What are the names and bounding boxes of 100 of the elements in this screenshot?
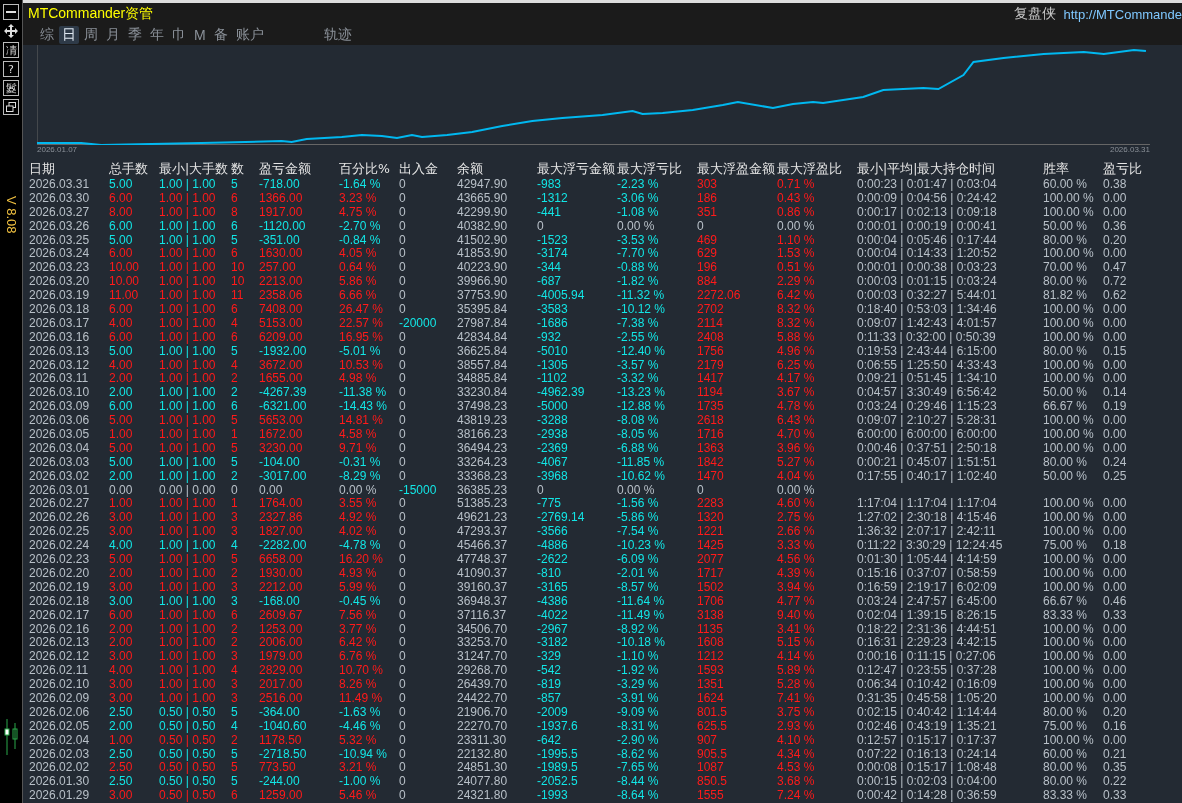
- tab[interactable]: 巾: [169, 26, 189, 44]
- table-cell-text: 100.00 %: [1043, 372, 1095, 387]
- url-link[interactable]: http://MTCommande: [1063, 6, 1182, 22]
- table-cell-text: 2026.03.03: [29, 455, 91, 470]
- toolbar-button[interactable]: ?: [3, 61, 19, 77]
- table-cell-text: -7.54 %: [617, 525, 660, 540]
- table-cell-text: 40382.90: [457, 219, 509, 234]
- tab[interactable]: 月: [103, 26, 123, 44]
- tab[interactable]: M: [191, 27, 209, 43]
- table-cell-text: 14.81 %: [339, 414, 385, 429]
- minimize-button[interactable]: [3, 4, 19, 20]
- table-cell-text: 1.00 | 1.00: [159, 636, 217, 651]
- table-cell-text: 0:16:59 | 2:19:17 | 6:02:09: [857, 580, 998, 595]
- table-cell-text: 0: [399, 650, 407, 665]
- table-cell-text: 100.00 %: [1043, 303, 1095, 317]
- table-cell-text: 1: [231, 497, 239, 512]
- table-cell-text: 2.93 %: [777, 719, 816, 734]
- table-cell-text: 6: [231, 219, 239, 234]
- table-cell-text: 2026.03.05: [29, 428, 91, 442]
- table-cell-text: -11.32 %: [617, 289, 666, 303]
- table-cell-text: 24077.80: [457, 775, 509, 790]
- table-cell-text: 0.46: [1103, 594, 1128, 609]
- table-cell-text: 1320: [697, 511, 725, 526]
- table-cell-text: 6.00: [109, 608, 134, 623]
- table-cell-text: 1.00 | 1.00: [159, 650, 217, 665]
- table-cell-text: 1655.00: [259, 372, 304, 387]
- table-cell-text: 2516.00: [259, 691, 304, 706]
- table-cell-text: 0: [399, 691, 407, 706]
- table-cell-text: 2026.02.16: [29, 622, 91, 637]
- tab[interactable]: 日: [59, 26, 79, 44]
- toolbar-button[interactable]: 凊: [3, 42, 19, 58]
- table-cell-text: 4.17 %: [777, 372, 816, 387]
- table-cell-text: 50.00 %: [1043, 386, 1089, 401]
- table-cell-text: 0: [399, 664, 407, 679]
- table-cell-text: -8.92 %: [617, 622, 660, 637]
- table-cell-text: -2.23 %: [617, 178, 660, 192]
- table-cell-text: 0: [399, 247, 407, 262]
- table-cell-text: -8.57 %: [617, 580, 660, 595]
- table-cell-text: 0:18:22 | 2:31:36 | 4:44:51: [857, 622, 998, 637]
- table-cell-text: 0:02:15 | 0:40:42 | 1:14:44: [857, 705, 998, 720]
- table-cell-text: -1.00 %: [339, 775, 382, 790]
- table-cell-text: 6: [231, 191, 239, 206]
- table-cell-text: 2358.06: [259, 289, 304, 303]
- move-button[interactable]: [3, 23, 19, 39]
- table-cell-text: 2026.03.17: [29, 316, 91, 331]
- table-cell-text: -642: [537, 733, 563, 748]
- table-cell-text: 3: [231, 511, 239, 526]
- table-cell-text: 0.00: [1103, 372, 1128, 387]
- table-cell-text: 0:00:08 | 0:15:17 | 1:08:48: [857, 761, 998, 776]
- minus-icon: [6, 11, 16, 13]
- table-cell-text: -244.00: [259, 775, 301, 790]
- tab[interactable]: 备: [210, 26, 231, 44]
- table-cell-text: 1366.00: [259, 191, 304, 206]
- table-cell-text: 2.50: [109, 761, 134, 776]
- table-cell-text: 3672.00: [259, 358, 304, 373]
- column-header: 最小|大手数: [159, 160, 230, 178]
- tab[interactable]: 年: [147, 26, 167, 44]
- table-cell-text: 2026.02.12: [29, 650, 91, 665]
- window-button[interactable]: [3, 99, 19, 115]
- table-cell-text: 5: [231, 705, 239, 720]
- table-cell-text: -11.49 %: [617, 608, 666, 623]
- table-cell-text: -329: [537, 650, 563, 665]
- table-cell-text: 26439.70: [457, 678, 509, 692]
- table-cell-text: 7.56 %: [339, 608, 378, 623]
- table-cell-text: -8.08 %: [617, 414, 660, 429]
- tab[interactable]: 季: [125, 26, 145, 44]
- table-cell-text: 907: [697, 733, 719, 748]
- table-cell-text: 5.88 %: [777, 330, 816, 345]
- table-cell-text: 2: [231, 372, 239, 387]
- toolbar-button[interactable]: 鬉: [3, 80, 19, 96]
- table-cell-text: 3: [231, 678, 239, 692]
- table-cell-text: 5.00: [109, 553, 134, 567]
- table-cell-text: -3017.00: [259, 469, 308, 484]
- table-cell-text: 37498.23: [457, 400, 509, 415]
- table-cell-text: 43665.90: [457, 191, 509, 206]
- table-cell-text: -1040.60: [259, 719, 308, 734]
- tab[interactable]: 周: [81, 26, 101, 44]
- tab[interactable]: 账户: [232, 26, 267, 44]
- table-cell-text: 2026.03.19: [29, 289, 91, 303]
- table-cell-text: 36385.23: [457, 483, 509, 498]
- table-cell-text: 1630.00: [259, 247, 304, 262]
- table-cell-text: 303: [697, 178, 719, 192]
- table-cell-text: 2026.02.09: [29, 691, 91, 706]
- table-cell-text: 2026.02.06: [29, 705, 91, 720]
- table-cell-text: -2938: [537, 428, 569, 442]
- tab[interactable]: 综: [37, 26, 57, 44]
- table-cell-text: 1.00: [109, 733, 134, 748]
- window-title: MTCommander资管: [28, 5, 154, 23]
- tab[interactable]: 轨迹: [320, 26, 355, 44]
- table-cell-text: 100.00 %: [1043, 636, 1095, 651]
- table-cell-text: 5653.00: [259, 414, 304, 429]
- table-cell-text: 1842: [697, 455, 725, 470]
- table-cell-text: 0.50 | 0.50: [159, 733, 217, 748]
- table-cell-text: 0.50 | 0.50: [159, 747, 217, 762]
- table-cell-text: 34506.70: [457, 622, 509, 637]
- table-cell-text: 257.00: [259, 261, 297, 276]
- table-cell-text: 0: [399, 761, 407, 776]
- table-cell-text: 2.00: [109, 469, 134, 484]
- table-cell-text: -5000: [537, 400, 569, 415]
- table-cell-text: 33253.70: [457, 636, 509, 651]
